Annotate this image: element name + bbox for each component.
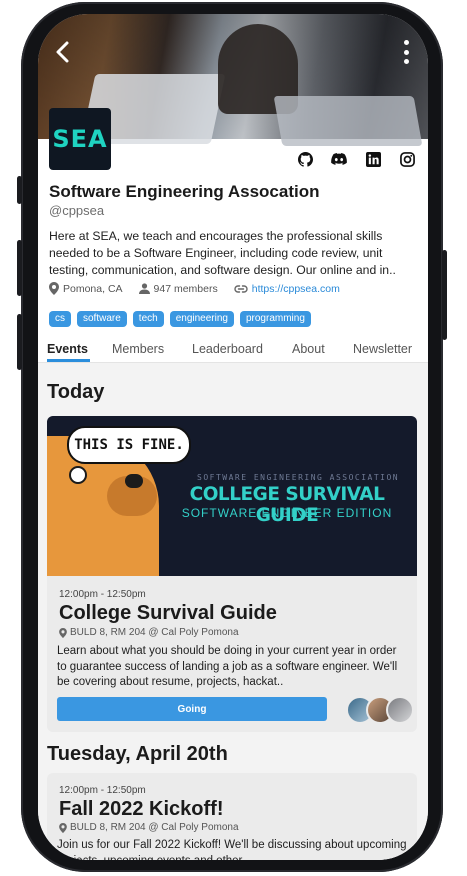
event-location-text: BULD 8, RM 204 @ Cal Poly Pomona: [70, 627, 239, 638]
location-text: Pomona, CA: [63, 282, 123, 295]
tab-leaderboard[interactable]: Leaderboard: [192, 342, 263, 356]
event-title: College Survival Guide: [59, 602, 277, 624]
tag-chip[interactable]: tech: [132, 311, 164, 327]
website-info[interactable]: https://cppsea.com: [234, 283, 340, 295]
dot: [403, 49, 409, 55]
event-description: Learn about what you should be doing in …: [57, 645, 398, 688]
org-name: Software Engineering Assocation: [49, 182, 320, 201]
website-link[interactable]: https://cppsea.com: [252, 283, 340, 295]
org-description: Here at SEA, we teach and encourages the…: [49, 229, 396, 277]
event-description: Join us for our Fall 2022 Kickoff! We'll…: [57, 839, 407, 860]
logo-text: SEA: [52, 125, 108, 153]
instagram-icon[interactable]: [398, 150, 416, 168]
dot: [403, 40, 409, 45]
side-button: [17, 314, 22, 370]
side-button: [442, 250, 447, 340]
more-options-button[interactable]: [402, 40, 410, 64]
poster-dog-nose: [125, 474, 143, 488]
poster-subtitle: SOFTWARE ENGINEER EDITION: [181, 506, 393, 520]
tag-chip[interactable]: software: [77, 311, 127, 327]
discord-icon[interactable]: [330, 150, 348, 168]
tab-events[interactable]: Events: [47, 342, 88, 356]
link-icon: [234, 284, 248, 293]
tab-newsletter[interactable]: Newsletter: [353, 342, 412, 356]
map-pin-icon: [49, 282, 59, 295]
person-icon: [138, 283, 150, 294]
event-location: BULD 8, RM 204 @ Cal Poly Pomona: [59, 822, 239, 833]
map-pin-icon: [59, 627, 67, 638]
dot: [403, 59, 409, 64]
poster-dog-eye: [69, 466, 87, 484]
chevron-left-icon: [56, 41, 69, 63]
tag-chip[interactable]: cs: [49, 311, 71, 327]
cover-laptop: [273, 96, 423, 146]
app-screen: SEA Software Engineering Assocation @cpp…: [38, 14, 428, 860]
tag-list: cs software tech engineering programming: [49, 311, 311, 327]
attendee-avatars[interactable]: [346, 696, 414, 724]
location-info: Pomona, CA: [49, 282, 123, 295]
linkedin-icon[interactable]: [364, 150, 382, 168]
org-logo: SEA: [49, 108, 111, 170]
org-meta: Pomona, CA 947 members https://cppsea.co…: [49, 282, 356, 295]
poster-org-text: SOFTWARE ENGINEERING ASSOCIATION: [197, 473, 400, 482]
event-time: 12:00pm - 12:50pm: [59, 589, 146, 600]
github-icon[interactable]: [296, 150, 314, 168]
map-pin-icon: [59, 822, 67, 833]
avatar: [386, 696, 414, 724]
tag-chip[interactable]: engineering: [169, 311, 234, 327]
back-button[interactable]: [54, 40, 78, 64]
org-handle: @cppsea: [49, 203, 105, 218]
side-button: [17, 240, 22, 296]
event-location: BULD 8, RM 204 @ Cal Poly Pomona: [59, 627, 239, 638]
side-button: [17, 176, 22, 204]
going-button[interactable]: Going: [57, 697, 327, 721]
day-heading: Today: [47, 381, 105, 403]
profile-tabs: Events Members Leaderboard About Newslet…: [38, 340, 428, 363]
social-links: [296, 150, 416, 168]
event-time: 12:00pm - 12:50pm: [59, 785, 146, 796]
tab-members[interactable]: Members: [112, 342, 164, 356]
event-location-text: BULD 8, RM 204 @ Cal Poly Pomona: [70, 822, 239, 833]
event-poster: THIS IS FINE. SOFTWARE ENGINEERING ASSOC…: [47, 416, 417, 576]
event-title: Fall 2022 Kickoff!: [59, 798, 224, 820]
poster-speech-bubble: THIS IS FINE.: [67, 426, 191, 464]
members-count: 947 members: [153, 282, 218, 295]
active-tab-indicator: [47, 359, 90, 362]
members-info: 947 members: [138, 282, 218, 295]
events-feed[interactable]: Today THIS IS FINE. SOFTWARE ENGINEERING…: [38, 363, 428, 860]
event-card[interactable]: 12:00pm - 12:50pm Fall 2022 Kickoff! BUL…: [47, 773, 417, 860]
event-card[interactable]: THIS IS FINE. SOFTWARE ENGINEERING ASSOC…: [47, 416, 417, 732]
day-heading: Tuesday, April 20th: [47, 743, 228, 765]
tag-chip[interactable]: programming: [239, 311, 311, 327]
tab-about[interactable]: About: [292, 342, 325, 356]
